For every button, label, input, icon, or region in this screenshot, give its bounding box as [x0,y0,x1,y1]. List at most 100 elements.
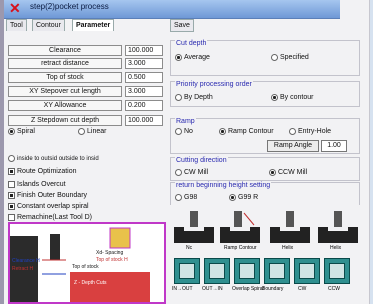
cutting-direction-title: Cutting direction [175,157,228,164]
islands-overcut-box [8,180,15,188]
remachine-box [8,213,15,221]
ramp-contour-radio[interactable]: Ramp Contour [219,127,274,136]
spiral-radio[interactable]: Spiral [8,127,35,136]
z-stepdown-input[interactable]: 100.000 [125,115,163,126]
ccw-icon[interactable] [324,258,350,284]
ramp-no-radio[interactable]: No [175,127,193,136]
ramp-icon-label-3: Helix [330,245,342,251]
bottom-label-5: CCW [328,286,340,292]
diagram-spacing-label: Xd- Spacing [96,250,124,256]
ramp-contour-icon [220,211,260,243]
tab-contour[interactable]: Contour [32,19,65,31]
boundary-icon[interactable] [264,258,290,284]
diagram-stock [70,272,150,302]
specified-radio[interactable]: Specified [271,53,309,62]
xy-allowance-label: XY Allowance [8,100,122,111]
diagram-retract-label: Retract H [12,266,34,272]
title-bar: ✕ step(2)pocket process [4,0,340,19]
constant-overlap-spiral-check[interactable]: Constant overlap spiral [8,202,89,211]
cw-mill-radio[interactable]: CW Mill [175,168,208,177]
islands-overcut-check[interactable]: Islands Overcut [8,180,66,189]
ramp-contour-label: Ramp Contour [228,128,274,135]
z-stepdown-label: Z Stepdown cut depth [8,115,122,126]
ramp-none-icon [174,211,214,243]
ramp-angle-button[interactable]: Ramp Angle [267,140,319,152]
save-button[interactable]: Save [170,19,194,32]
g99r-radio[interactable]: G99 R [229,193,258,202]
average-radio[interactable]: Average [175,53,210,62]
ramp-angle-input[interactable]: 1.00 [321,140,347,152]
g98-radio[interactable]: G98 [175,193,197,202]
bottom-label-3: Boundary [262,286,284,292]
ramp-group: Ramp No Ramp Contour Entry-Hole Ramp Ang… [170,118,360,154]
cut-depth-title: Cut depth [175,40,208,47]
spiral-radio-dot [8,127,15,135]
route-optimization-box [8,167,15,175]
parameter-diagram: Clearance H Retract H Top of stock Z - D… [8,222,166,304]
xy-stepover-input[interactable]: 3.000 [125,86,163,97]
remachine-label: Remachine(Last Tool D) [17,214,92,221]
bottom-label-0: IN→OUT [172,286,193,292]
out-in-icon[interactable] [204,258,230,284]
tab-tool[interactable]: Tool [6,19,27,31]
priority-title: Priority processing order [175,81,253,88]
tab-parameter[interactable]: Parameter [72,19,115,31]
in-out-icon[interactable] [174,258,200,284]
cw-icon[interactable] [294,258,320,284]
route-optimization-check[interactable]: Route Optimization [8,167,77,176]
toolpath-icons-row: IN→OUT OUT→IN Overlap Spiral Boundary CW… [170,256,362,296]
ramp-no-label: No [184,128,193,135]
diagram-clearance-label: Clearance H [12,258,40,264]
constant-overlap-spiral-label: Constant overlap spiral [17,203,89,210]
priority-group: Priority processing order By Depth By co… [170,81,360,107]
overlap-spiral-icon[interactable] [234,258,260,284]
by-depth-label: By Depth [184,94,213,101]
bottom-label-2: Overlap Spiral [232,286,264,292]
remachine-check[interactable]: Remachine(Last Tool D) [8,213,92,222]
clearance-input[interactable]: 100.000 [125,45,163,56]
ccw-mill-radio[interactable]: CCW Mill [269,168,307,177]
ramp-icon-label-1: Ramp Contour [224,245,257,251]
specified-radio-dot [271,53,278,61]
ccw-mill-radio-dot [269,168,276,176]
finish-outer-boundary-check[interactable]: Finish Outer Boundary [8,191,87,200]
route-optimization-label: Route Optimization [17,168,77,175]
constant-overlap-spiral-box [8,202,15,210]
entry-hole-radio[interactable]: Entry-Hole [289,127,331,136]
finish-outer-boundary-label: Finish Outer Boundary [17,192,88,199]
g99r-radio-dot [229,193,236,201]
ramp-no-radio-dot [175,127,182,135]
top-of-stock-label: Top of stock [8,72,122,83]
by-contour-radio[interactable]: By contour [271,93,313,102]
inside-outside-label: inside to outsid outside to insid [17,156,99,163]
helix-icon-1 [270,211,310,243]
return-height-title: return beginning height setting [175,182,272,189]
g98-label: G98 [184,194,198,201]
linear-label: Linear [87,128,107,135]
clearance-label: Clearance [8,45,122,56]
ramp-icon-label-0: Nc [186,245,193,251]
top-of-stock-input[interactable]: 0.500 [125,72,163,83]
close-icon[interactable]: ✕ [9,1,23,15]
by-contour-label: By contour [280,94,314,101]
diagram-top-stock-label: Top of stock [72,264,99,270]
linear-radio[interactable]: Linear [78,127,106,136]
inside-outside-option[interactable]: inside to outsid outside to insid [8,155,99,164]
cut-depth-group: Cut depth Average Specified [170,40,360,76]
by-depth-radio[interactable]: By Depth [175,93,213,102]
ramp-contour-radio-dot [219,127,226,135]
xy-stepover-label: XY Stepover cut length [8,86,122,97]
islands-overcut-label: Islands Overcut [17,181,66,188]
ccw-mill-label: CCW Mill [278,169,308,176]
entry-hole-label: Entry-Hole [298,128,332,135]
diagram-spacing-box [109,227,131,249]
spiral-label: Spiral [17,128,35,135]
cw-mill-radio-dot [175,168,182,176]
by-contour-radio-dot [271,93,278,101]
return-height-group: return beginning height setting G98 G99 … [170,182,360,206]
retract-distance-input[interactable]: 3.000 [125,58,163,69]
average-label: Average [184,54,210,61]
diagram-tool [50,234,60,260]
xy-allowance-input[interactable]: 0.200 [125,100,163,111]
specified-label: Specified [280,54,309,61]
